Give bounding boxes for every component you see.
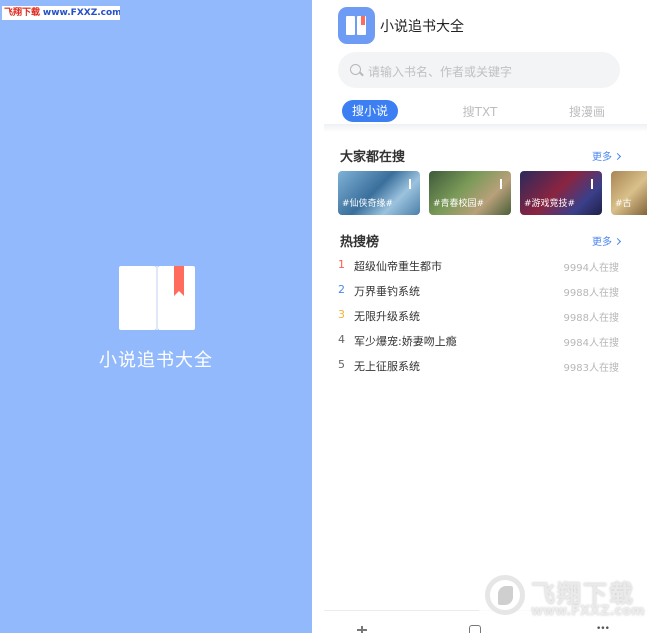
hot-list-item[interactable]: 2 万界垂钓系统 9988人在搜 — [324, 278, 647, 303]
search-tabs: 搜小说 搜TXT 搜漫画 — [324, 98, 647, 124]
card-label: #青春校园# — [433, 199, 485, 209]
search-placeholder: 请输入书名、作者或关键字 — [368, 65, 513, 79]
more-label: 更多 — [592, 152, 612, 163]
book-name: 无限升级系统 — [354, 310, 420, 323]
popular-more-link[interactable]: 更多 — [592, 148, 622, 163]
book-page-icon — [346, 16, 355, 35]
book-name: 万界垂钓系统 — [354, 285, 420, 298]
hot-list-item[interactable]: 1 超级仙帝重生都市 9994人在搜 — [324, 253, 647, 278]
popular-card[interactable]: #游戏竞技# — [520, 171, 602, 215]
app-title: 小说追书大全 — [380, 19, 464, 35]
popular-card[interactable]: #仙侠奇缘# — [338, 171, 420, 215]
rank-number: 5 — [338, 358, 345, 371]
watermark-brand: 飞翔下载 — [4, 8, 41, 18]
card-marker-icon — [500, 179, 502, 189]
app-home-screen: 小说追书大全 请输入书名、作者或关键字 搜小说 搜TXT 搜漫画 大家都在搜 更… — [324, 0, 647, 633]
book-name: 无上征服系统 — [354, 360, 420, 373]
rank-number: 2 — [338, 283, 345, 296]
splash-screen: 飞翔下载 www.FXXZ.com 小说追书大全 — [0, 0, 312, 633]
chevron-right-icon — [613, 152, 622, 161]
search-input[interactable]: 请输入书名、作者或关键字 — [338, 52, 620, 88]
rank-number: 4 — [338, 333, 345, 346]
card-label: #游戏竞技# — [524, 199, 576, 209]
search-count: 9994人在搜 — [563, 263, 619, 274]
bookmark-icon — [361, 16, 365, 25]
tab-search-comic[interactable]: 搜漫画 — [562, 101, 612, 123]
watermark-url: www.FXXZ.com — [42, 8, 120, 18]
card-label: #古 — [615, 199, 632, 209]
card-marker-icon — [591, 179, 593, 189]
hot-list-item[interactable]: 3 无限升级系统 9988人在搜 — [324, 303, 647, 328]
splash-title: 小说追书大全 — [99, 350, 213, 371]
rank-number: 1 — [338, 258, 345, 271]
hot-list-item[interactable]: 5 无上征服系统 9983人在搜 — [324, 353, 647, 378]
book-logo-icon — [119, 266, 195, 330]
search-count: 9988人在搜 — [563, 288, 619, 299]
popular-cards: #仙侠奇缘# #青春校园# #游戏竞技# #古 — [338, 171, 647, 215]
hot-list-item[interactable]: 4 军少爆宠:娇妻吻上瘾 9984人在搜 — [324, 328, 647, 353]
watermark-bottom: 飞翔下载 www.FXXZ.com — [479, 571, 647, 625]
watermark-logo-icon — [485, 575, 525, 615]
watermark-top: 飞翔下载 www.FXXZ.com — [2, 6, 120, 20]
book-name: 超级仙帝重生都市 — [354, 260, 442, 273]
hot-more-link[interactable]: 更多 — [592, 233, 622, 248]
book-name: 军少爆宠:娇妻吻上瘾 — [354, 335, 457, 348]
tab-divider — [324, 124, 647, 132]
card-marker-icon — [409, 179, 411, 189]
app-logo-icon — [338, 7, 375, 44]
search-count: 9984人在搜 — [563, 338, 619, 349]
popular-card[interactable]: #青春校园# — [429, 171, 511, 215]
bookshelf-tab-icon[interactable] — [356, 623, 368, 633]
discover-tab-icon[interactable] — [469, 625, 481, 633]
popular-card[interactable]: #古 — [611, 171, 647, 215]
search-icon — [350, 64, 361, 75]
card-label: #仙侠奇缘# — [342, 199, 394, 209]
popular-section-title: 大家都在搜 — [340, 150, 406, 165]
tab-search-txt[interactable]: 搜TXT — [456, 101, 504, 123]
tab-search-novel[interactable]: 搜小说 — [342, 100, 398, 122]
rank-number: 3 — [338, 308, 345, 321]
hot-section-title: 热搜榜 — [340, 235, 380, 250]
watermark-url: www.FXXZ.com — [531, 604, 645, 619]
search-count: 9988人在搜 — [563, 313, 619, 324]
screenshot: 飞翔下载 www.FXXZ.com 小说追书大全 小说追书大全 请输入书名、作者… — [0, 0, 647, 633]
search-count: 9983人在搜 — [563, 363, 619, 374]
chevron-right-icon — [613, 237, 622, 246]
more-label: 更多 — [592, 237, 612, 248]
